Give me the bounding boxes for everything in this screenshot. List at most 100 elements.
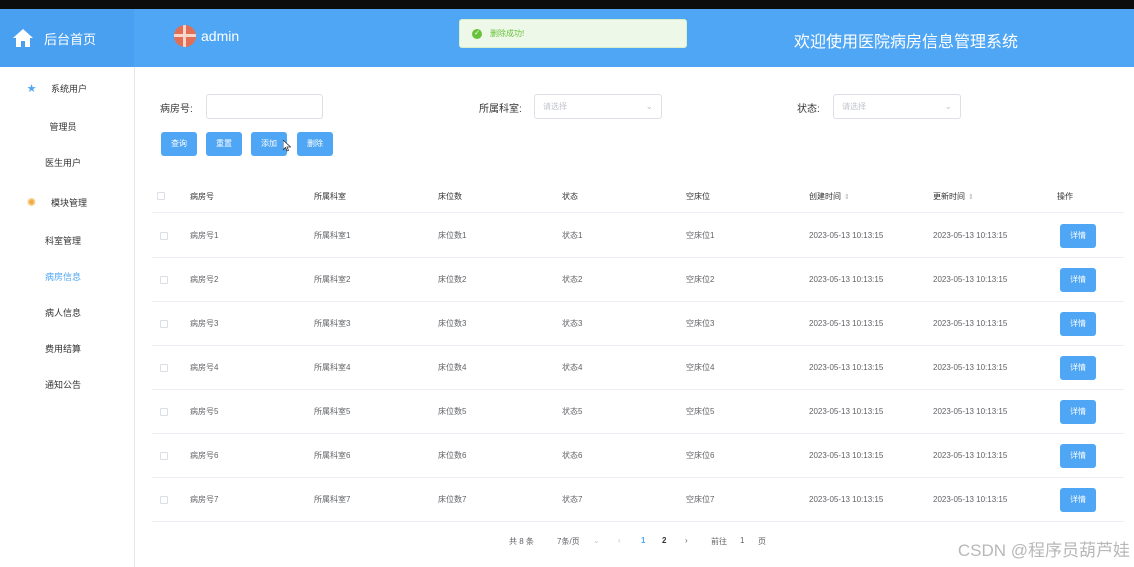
room-no-label: 病房号: (160, 104, 193, 115)
chevron-down-icon: ⌄ (944, 101, 952, 111)
table-row: 病房号3 所属科室3 床位数3 状态3 空床位3 2023-05-13 10:1… (152, 302, 1124, 346)
next-page-icon[interactable]: › (685, 536, 688, 545)
room-no-input[interactable] (206, 94, 323, 119)
row-checkbox[interactable] (160, 408, 168, 416)
cell-created: 2023-05-13 10:13:15 (809, 319, 884, 328)
sidebar-item-wards[interactable]: 病房信息 (0, 270, 126, 283)
cell-status: 状态3 (562, 319, 583, 328)
column-header-created[interactable]: 创建时间 ⇕ (809, 180, 850, 213)
sort-icon[interactable]: ⇕ (968, 194, 974, 201)
cell-dept: 所属科室4 (314, 363, 351, 372)
chevron-down-icon[interactable]: ⌄ (593, 536, 600, 545)
cell-created: 2023-05-13 10:13:15 (809, 451, 884, 460)
cell-empty-beds: 空床位4 (686, 363, 715, 372)
table-row: 病房号6 所属科室6 床位数6 状态6 空床位6 2023-05-13 10:1… (152, 434, 1124, 478)
query-button[interactable]: 查询 (161, 132, 197, 156)
cell-updated: 2023-05-13 10:13:15 (933, 319, 1008, 328)
detail-button[interactable]: 详情 (1060, 444, 1096, 468)
cell-created: 2023-05-13 10:13:15 (809, 407, 884, 416)
cell-beds: 床位数7 (438, 495, 467, 504)
goto-page-suffix: 页 (758, 537, 766, 546)
sidebar-item-notices[interactable]: 通知公告 (0, 378, 126, 391)
dept-select-placeholder: 请选择 (543, 102, 567, 111)
sidebar-item-doctor-users[interactable]: 医生用户 (0, 156, 126, 169)
cell-room: 病房号2 (190, 275, 219, 284)
reset-button[interactable]: 重置 (206, 132, 242, 156)
goto-page-input[interactable]: 1 (740, 536, 744, 545)
table-row: 病房号7 所属科室7 床位数7 状态7 空床位7 2023-05-13 10:1… (152, 478, 1124, 522)
star-icon: ★ (26, 83, 37, 95)
row-checkbox[interactable] (160, 320, 168, 328)
detail-button[interactable]: 详情 (1060, 224, 1096, 248)
dept-label: 所属科室: (479, 104, 522, 115)
cell-beds: 床位数3 (438, 319, 467, 328)
detail-button[interactable]: 详情 (1060, 400, 1096, 424)
pagination-total: 共 8 条 (509, 537, 534, 546)
chevron-down-icon: ⌄ (645, 101, 653, 111)
check-circle-icon: ✓ (472, 28, 482, 39)
row-checkbox[interactable] (160, 496, 168, 504)
cell-dept: 所属科室2 (314, 275, 351, 284)
cell-room: 病房号6 (190, 451, 219, 460)
add-button[interactable]: 添加 (251, 132, 287, 156)
table-row: 病房号5 所属科室5 床位数5 状态5 空床位5 2023-05-13 10:1… (152, 390, 1124, 434)
sidebar-item-admin[interactable]: 管理员 (0, 120, 126, 133)
sort-icon[interactable]: ⇕ (844, 194, 850, 201)
sidebar-group-label: 模块管理 (51, 198, 88, 208)
cell-created: 2023-05-13 10:13:15 (809, 231, 884, 240)
detail-button[interactable]: 详情 (1060, 312, 1096, 336)
cell-status: 状态1 (562, 231, 583, 240)
page-size-select[interactable]: 7条/页 (557, 536, 580, 547)
table-row: 病房号1 所属科室1 床位数1 状态1 空床位1 2023-05-13 10:1… (152, 214, 1124, 258)
dept-select[interactable]: 请选择 ⌄ (534, 94, 662, 119)
user-menu[interactable]: admin (174, 25, 239, 47)
page-1-button[interactable]: 1 (641, 536, 645, 545)
status-select[interactable]: 请选择 ⌄ (833, 94, 961, 119)
row-checkbox[interactable] (160, 232, 168, 240)
cell-updated: 2023-05-13 10:13:15 (933, 451, 1008, 460)
cell-status: 状态5 (562, 407, 583, 416)
table-row: 病房号2 所属科室2 床位数2 状态2 空床位2 2023-05-13 10:1… (152, 258, 1124, 302)
column-header-status: 状态 (562, 192, 578, 201)
sidebar-item-billing[interactable]: 费用结算 (0, 342, 126, 355)
cell-dept: 所属科室1 (314, 231, 351, 240)
status-label: 状态: (797, 104, 820, 115)
detail-button[interactable]: 详情 (1060, 268, 1096, 292)
sidebar-item-departments[interactable]: 科室管理 (0, 234, 126, 247)
row-checkbox[interactable] (160, 276, 168, 284)
detail-button[interactable]: 详情 (1060, 488, 1096, 512)
status-select-placeholder: 请选择 (842, 102, 866, 111)
column-header-dept: 所属科室 (314, 192, 346, 201)
row-checkbox[interactable] (160, 364, 168, 372)
page-2-button[interactable]: 2 (662, 536, 666, 545)
site-title: 欢迎使用医院病房信息管理系统 (793, 34, 1018, 51)
cell-beds: 床位数1 (438, 231, 467, 240)
prev-page-icon[interactable]: ‹ (618, 536, 621, 545)
sidebar-group-system-users[interactable]: ★ 系统用户 (26, 82, 87, 95)
cell-beds: 床位数4 (438, 363, 467, 372)
cell-empty-beds: 空床位5 (686, 407, 715, 416)
detail-button[interactable]: 详情 (1060, 356, 1096, 380)
home-link[interactable]: 后台首页 (0, 9, 134, 67)
cell-room: 病房号1 (190, 231, 219, 240)
column-header-room: 病房号 (190, 192, 214, 201)
sidebar-item-patients[interactable]: 病人信息 (0, 306, 126, 319)
column-header-actions: 操作 (1057, 192, 1073, 201)
cell-empty-beds: 空床位2 (686, 275, 715, 284)
cell-beds: 床位数6 (438, 451, 467, 460)
select-all-checkbox[interactable] (157, 192, 165, 200)
column-header-updated[interactable]: 更新时间 ⇕ (933, 180, 974, 213)
cell-empty-beds: 空床位7 (686, 495, 715, 504)
column-header-empty-beds: 空床位 (686, 192, 710, 201)
delete-button[interactable]: 删除 (297, 132, 333, 156)
cell-status: 状态6 (562, 451, 583, 460)
column-header-created-label: 创建时间 (809, 192, 841, 201)
row-checkbox[interactable] (160, 452, 168, 460)
cell-room: 病房号5 (190, 407, 219, 416)
sidebar-group-modules[interactable]: ✺ 模块管理 (26, 196, 87, 209)
cell-created: 2023-05-13 10:13:15 (809, 275, 884, 284)
sidebar: ★ 系统用户 管理员 医生用户 ✺ 模块管理 科室管理 病房信息 病人信息 费用… (0, 67, 135, 567)
cell-empty-beds: 空床位3 (686, 319, 715, 328)
cell-created: 2023-05-13 10:13:15 (809, 363, 884, 372)
avatar (174, 25, 196, 47)
